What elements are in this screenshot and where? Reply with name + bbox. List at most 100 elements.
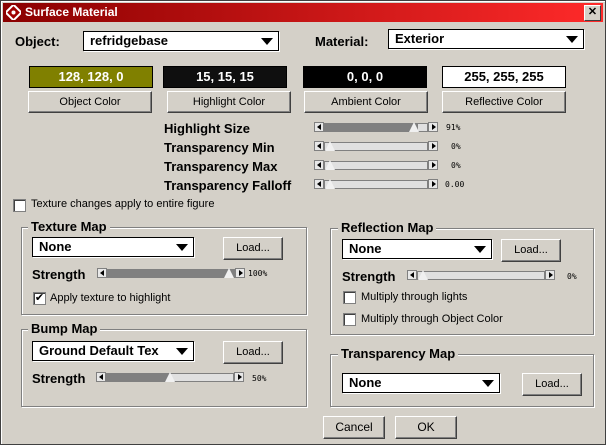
slider-thumb[interactable] <box>165 372 175 382</box>
chevron-down-icon <box>482 380 494 387</box>
texture-map-select-value: None <box>39 239 72 254</box>
reflection-strength-slider[interactable] <box>407 270 555 280</box>
bump-map-select[interactable]: Ground Default Tex <box>32 341 194 361</box>
object-label: Object: <box>15 34 60 49</box>
object-color-swatch[interactable]: 128, 128, 0 <box>29 66 153 88</box>
slider-track[interactable] <box>417 270 545 280</box>
slider-left-arrow[interactable] <box>314 179 324 189</box>
slider-right-arrow[interactable] <box>545 270 555 280</box>
slider-fill <box>107 374 170 381</box>
slider-left-arrow[interactable] <box>314 122 324 132</box>
texture-all-checkbox[interactable] <box>13 199 26 212</box>
highlight-size-slider[interactable] <box>314 122 438 132</box>
cancel-button[interactable]: Cancel <box>323 416 385 439</box>
slider-right-arrow[interactable] <box>428 160 438 170</box>
texture-strength-slider[interactable] <box>97 268 245 278</box>
transparency-max-label: Transparency Max <box>164 159 278 174</box>
reflection-map-select-value: None <box>349 241 382 256</box>
ambient-color-button[interactable]: Ambient Color <box>304 91 428 113</box>
slider-thumb[interactable] <box>325 141 335 151</box>
apply-highlight-label: Apply texture to highlight <box>50 292 171 304</box>
bump-strength-slider[interactable] <box>96 372 244 382</box>
chevron-down-icon <box>176 244 188 251</box>
slider-left-arrow[interactable] <box>407 270 417 280</box>
object-select[interactable]: refridgebase <box>83 31 279 51</box>
multiply-object-label: Multiply through Object Color <box>361 313 503 325</box>
slider-right-arrow[interactable] <box>234 372 244 382</box>
reflection-load-button[interactable]: Load... <box>501 239 561 262</box>
slider-left-arrow[interactable] <box>96 372 106 382</box>
reflection-strength-label: Strength <box>342 269 396 284</box>
apply-highlight-checkbox[interactable]: ✔ <box>33 292 46 305</box>
chevron-down-icon <box>176 348 188 355</box>
slider-thumb[interactable] <box>418 270 428 280</box>
highlight-color-swatch[interactable]: 15, 15, 15 <box>163 66 287 88</box>
slider-left-arrow[interactable] <box>314 160 324 170</box>
slider-right-arrow[interactable] <box>428 122 438 132</box>
transparency-min-slider[interactable] <box>314 141 438 151</box>
slider-track[interactable] <box>324 141 428 151</box>
multiply-object-checkbox[interactable] <box>343 313 356 326</box>
multiply-lights-checkbox[interactable] <box>343 291 356 304</box>
title-bar[interactable]: Surface Material ✕ <box>3 3 603 22</box>
window-title: Surface Material <box>25 5 118 19</box>
bump-load-button[interactable]: Load... <box>223 341 283 364</box>
object-select-value: refridgebase <box>90 33 169 48</box>
slider-track[interactable] <box>324 160 428 170</box>
reflective-color-swatch[interactable]: 255, 255, 255 <box>442 66 566 88</box>
slider-fill <box>325 124 418 131</box>
transparency-min-value: 0% <box>451 142 461 151</box>
highlight-color-button[interactable]: Highlight Color <box>167 91 291 113</box>
transparency-map-select[interactable]: None <box>342 373 500 393</box>
ambient-color-swatch[interactable]: 0, 0, 0 <box>303 66 427 88</box>
transparency-falloff-label: Transparency Falloff <box>164 178 292 193</box>
chevron-down-icon <box>261 38 273 45</box>
slider-thumb[interactable] <box>408 122 419 132</box>
bump-strength-label: Strength <box>32 371 86 386</box>
chevron-down-icon <box>566 36 578 43</box>
slider-track[interactable] <box>324 179 428 189</box>
slider-track[interactable] <box>107 268 235 278</box>
transparency-map-title: Transparency Map <box>338 346 459 361</box>
slider-fill <box>108 270 234 277</box>
reflection-strength-value: 0% <box>567 272 577 281</box>
slider-left-arrow[interactable] <box>314 141 324 151</box>
ok-button[interactable]: OK <box>395 416 457 439</box>
slider-track[interactable] <box>324 122 428 132</box>
highlight-size-value: 91% <box>446 123 461 132</box>
app-icon <box>6 5 21 20</box>
slider-thumb[interactable] <box>325 179 335 189</box>
transparency-max-value: 0% <box>451 161 461 170</box>
slider-right-arrow[interactable] <box>428 141 438 151</box>
reflective-color-button[interactable]: Reflective Color <box>442 91 566 113</box>
bump-map-select-value: Ground Default Tex <box>39 343 159 358</box>
transparency-min-label: Transparency Min <box>164 140 275 155</box>
chevron-down-icon <box>474 246 486 253</box>
object-color-button[interactable]: Object Color <box>28 91 152 113</box>
material-select[interactable]: Exterior <box>388 29 584 49</box>
bump-strength-value: 50% <box>252 374 267 383</box>
transparency-map-select-value: None <box>349 375 382 390</box>
slider-thumb[interactable] <box>325 160 335 170</box>
bump-map-title: Bump Map <box>28 321 101 336</box>
slider-thumb[interactable] <box>224 268 234 278</box>
material-select-value: Exterior <box>395 31 445 46</box>
slider-left-arrow[interactable] <box>97 268 107 278</box>
surface-material-dialog: Surface Material ✕ Object: refridgebase … <box>0 0 606 445</box>
slider-right-arrow[interactable] <box>235 268 245 278</box>
close-icon: ✕ <box>587 6 598 18</box>
texture-all-label: Texture changes apply to entire figure <box>31 198 215 210</box>
slider-track[interactable] <box>106 372 234 382</box>
transparency-falloff-slider[interactable] <box>314 179 438 189</box>
texture-strength-value: 100% <box>248 269 268 278</box>
transparency-max-slider[interactable] <box>314 160 438 170</box>
highlight-size-label: Highlight Size <box>164 121 250 136</box>
texture-load-button[interactable]: Load... <box>223 237 283 260</box>
material-label: Material: <box>315 34 369 49</box>
reflection-map-select[interactable]: None <box>342 239 492 259</box>
reflection-map-title: Reflection Map <box>338 220 437 235</box>
texture-map-select[interactable]: None <box>32 237 194 257</box>
slider-right-arrow[interactable] <box>428 179 438 189</box>
close-button[interactable]: ✕ <box>584 5 601 21</box>
transparency-load-button[interactable]: Load... <box>522 373 582 396</box>
